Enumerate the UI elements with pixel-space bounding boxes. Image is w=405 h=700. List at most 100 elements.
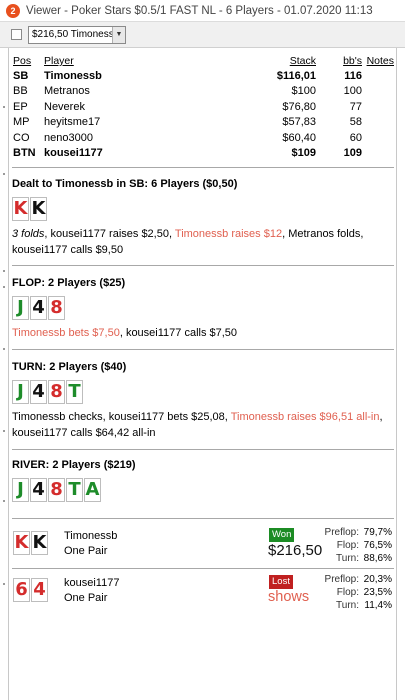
equity-stat: Turn: 88,6% xyxy=(317,552,392,565)
col-header-bbs[interactable]: bb's xyxy=(316,55,362,67)
col-header-notes[interactable]: Notes xyxy=(362,55,394,67)
card: K xyxy=(30,197,47,221)
player-pos: BB xyxy=(13,85,28,98)
player-bbs: 116 xyxy=(344,69,362,82)
turn-actions: Timonessb checks, kousei1177 bets $25,08… xyxy=(12,409,394,441)
action-text: , kousei1177 raises $2,50, xyxy=(44,228,175,240)
board-cards: J 4 8 xyxy=(12,296,394,322)
card: 6 xyxy=(13,578,30,602)
player-row[interactable]: SB Timonessb $116,01 116 xyxy=(12,68,394,84)
equity-value: 76,5% xyxy=(363,540,392,551)
divider xyxy=(12,518,394,519)
player-row[interactable]: BB Metranos $100 100 xyxy=(12,84,394,100)
won-amount: $216,50 xyxy=(268,542,323,559)
player-pos: BTN xyxy=(13,147,36,160)
player-bbs: 100 xyxy=(343,85,362,98)
player-row[interactable]: BTN kousei1177 $109 109 xyxy=(12,146,394,162)
result-hand-rank: One Pair xyxy=(64,545,108,557)
divider xyxy=(12,449,394,450)
result-hand-rank: One Pair xyxy=(64,592,108,604)
hand-select-dropdown[interactable]: $216,50 Timonessb ▼ xyxy=(28,25,126,44)
equity-value: 23,5% xyxy=(363,587,392,598)
result-player: kousei1177 One Pair xyxy=(64,576,119,606)
lost-badge: Lost xyxy=(269,575,293,589)
player-name: Neverek xyxy=(44,100,85,113)
card: 4 xyxy=(31,578,48,602)
select-checkbox[interactable] xyxy=(11,29,22,40)
card: J xyxy=(12,478,29,502)
equity-stats: Preflop: 79,7% Flop: 76,5% Turn: 88,6% xyxy=(317,526,392,565)
equity-value: 79,7% xyxy=(363,527,392,538)
preflop-actions: 3 folds, kousei1177 raises $2,50, Timone… xyxy=(12,226,394,258)
player-name: Metranos xyxy=(44,85,90,98)
hand-select-value: $216,50 Timonessb xyxy=(32,29,112,40)
player-bbs: 77 xyxy=(349,100,362,113)
card: J xyxy=(12,380,29,404)
equity-label: Turn: xyxy=(336,553,359,564)
divider xyxy=(12,568,394,569)
player-name: neno3000 xyxy=(44,131,93,144)
right-strip xyxy=(397,48,405,700)
result-player-name: kousei1177 xyxy=(64,577,120,589)
divider xyxy=(12,167,394,168)
shows-label: shows xyxy=(268,589,310,605)
gutter-marker xyxy=(3,106,5,108)
player-row[interactable]: CO neno3000 $60,40 60 xyxy=(12,130,394,146)
preflop-section: Dealt to Timonessb in SB: 6 Players ($0,… xyxy=(12,176,394,258)
hero-action-text: Timonessb raises $96,51 all-in xyxy=(230,411,380,423)
board-cards: J 4 8 T xyxy=(12,380,394,406)
app-logo-icon: 2 xyxy=(6,3,20,18)
player-stack: $109 xyxy=(291,147,316,160)
player-row[interactable]: MP heyitsme17 $57,83 58 xyxy=(12,115,394,131)
river-section: RIVER: 2 Players ($219) J 4 8 T A xyxy=(12,457,394,504)
action-text: Timonessb checks, kousei1177 bets $25,08… xyxy=(12,411,231,423)
player-stack: $100 xyxy=(291,85,316,98)
won-badge: Won xyxy=(269,528,295,542)
equity-label: Flop: xyxy=(336,540,359,551)
equity-stat: Preflop: 20,3% xyxy=(317,573,392,586)
card: 8 xyxy=(48,296,65,320)
player-row[interactable]: EP Neverek $76,80 77 xyxy=(12,99,394,115)
equity-stat: Flop: 76,5% xyxy=(317,539,392,552)
player-stack: $76,80 xyxy=(282,100,316,113)
hole-cards: K K xyxy=(12,197,394,223)
result-player: Timonessb One Pair xyxy=(64,529,117,559)
gutter-marker xyxy=(3,173,5,175)
gutter-marker xyxy=(3,583,5,585)
equity-label: Preflop: xyxy=(324,574,359,585)
card: K xyxy=(12,197,29,221)
card: A xyxy=(84,478,101,502)
card: T xyxy=(66,380,83,404)
gutter-marker xyxy=(3,270,5,272)
col-header-pos[interactable]: Pos xyxy=(12,55,44,67)
card: 4 xyxy=(30,478,47,502)
player-name: heyitsme17 xyxy=(44,116,101,129)
player-stack: $116,01 xyxy=(276,69,316,82)
flop-actions: Timonessb bets $7,50, kousei1177 calls $… xyxy=(12,325,394,341)
action-text: 3 folds xyxy=(12,228,45,240)
chevron-down-icon[interactable]: ▼ xyxy=(112,26,125,43)
col-header-player[interactable]: Player xyxy=(44,55,206,67)
equity-stat: Turn: 11,4% xyxy=(317,599,392,612)
board-cards: J 4 8 T A xyxy=(12,478,394,504)
result-row-loser: 6 4 kousei1177 One Pair Lost shows Prefl… xyxy=(12,572,394,614)
gutter-marker xyxy=(3,348,5,350)
col-header-stack[interactable]: Stack xyxy=(206,55,316,67)
divider xyxy=(12,265,394,266)
equity-value: 20,3% xyxy=(363,574,392,585)
preflop-title: Dealt to Timonessb in SB: 6 Players ($0,… xyxy=(12,178,238,190)
card: 8 xyxy=(48,478,65,502)
equity-label: Preflop: xyxy=(324,527,359,538)
card: K xyxy=(13,531,30,555)
result-player-name: Timonessb xyxy=(64,530,118,542)
player-bbs: 60 xyxy=(349,131,362,144)
equity-label: Turn: xyxy=(336,600,359,611)
player-pos: EP xyxy=(13,100,28,113)
divider xyxy=(12,349,394,350)
card: 4 xyxy=(30,380,47,404)
player-stack: $60,40 xyxy=(282,131,316,144)
player-bbs: 109 xyxy=(343,147,362,160)
equity-stats: Preflop: 20,3% Flop: 23,5% Turn: 11,4% xyxy=(317,573,392,612)
gutter-marker xyxy=(3,286,5,288)
turn-title: TURN: 2 Players ($40) xyxy=(12,361,127,373)
